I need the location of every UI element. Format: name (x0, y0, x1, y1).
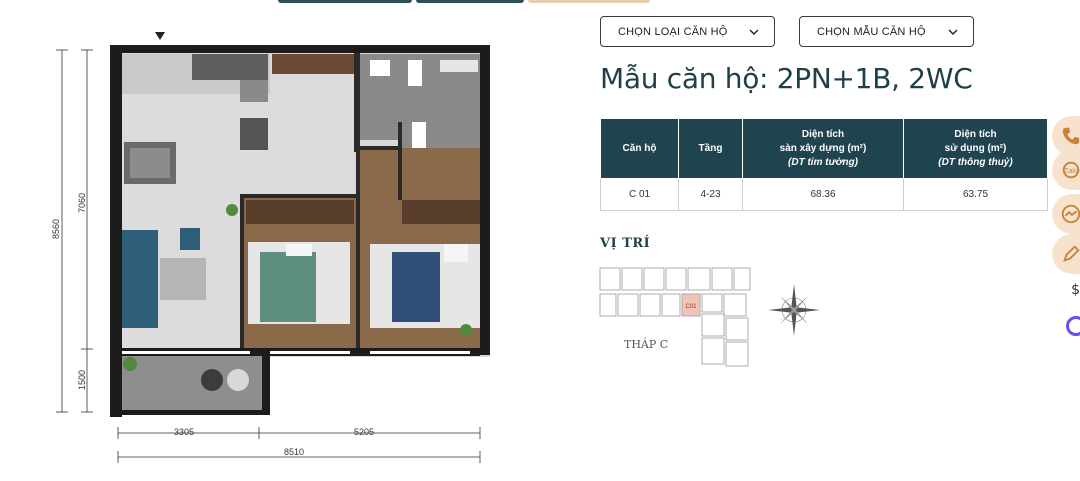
cell-unit: C 01 (600, 178, 679, 211)
tower-label: THÁP C (624, 338, 669, 351)
messenger-button[interactable] (1052, 194, 1080, 234)
top-tab-3[interactable] (528, 0, 650, 3)
dim-left-lower: 1500 (77, 369, 88, 391)
dim-bottom-right: 5205 (354, 427, 375, 437)
edit-icon (1063, 245, 1080, 262)
header-usable-area: Diện tích sử dụng (m²) (DT thông thuỷ) (903, 118, 1048, 179)
dim-bottom-left: 3305 (174, 427, 195, 437)
top-tab-2[interactable] (416, 0, 524, 3)
compass-icon (768, 284, 820, 336)
header-built-area-line2: sàn xây dựng (m²) (779, 142, 867, 154)
chat-icon: Zalo (1062, 161, 1080, 179)
apartment-type-dropdown[interactable]: CHỌN LOẠI CĂN HỘ (600, 16, 775, 47)
apartment-spec-table: Căn hộ Tầng Diện tích sàn xây dựng (m²) … (600, 118, 1048, 211)
support-icon[interactable] (1066, 316, 1080, 336)
apartment-model-dropdown[interactable]: CHỌN MẪU CĂN HỘ (799, 16, 974, 47)
header-usable-area-line3: (DT thông thuỷ) (938, 156, 1013, 168)
chevron-down-icon (948, 29, 958, 35)
dim-bottom-total: 8510 (284, 447, 305, 457)
header-usable-area-line1: Diện tích (954, 128, 997, 140)
cell-built-area: 68.36 (742, 178, 904, 211)
page: 8560 7060 1500 3305 5205 8510 CHỌN LOẠI … (0, 0, 1080, 481)
dim-left-total: 8560 (51, 218, 62, 240)
unit-c01-label: C01 (685, 304, 697, 310)
header-floor: Tầng (678, 118, 743, 179)
floor-plan: 8560 7060 1500 3305 5205 8510 (40, 30, 510, 470)
table-row: C 01 4-23 68.36 63.75 (600, 178, 1048, 211)
header-built-area-line1: Diện tích (801, 128, 845, 140)
header-usable-area-line2: sử dụng (m²) (944, 142, 1007, 154)
header-built-area-line3: (DT tim tường) (788, 156, 858, 168)
svg-text:Zalo: Zalo (1064, 166, 1078, 175)
header-unit: Căn hộ (600, 118, 679, 179)
cell-floor: 4-23 (678, 178, 743, 211)
floor-plan-drawing (56, 32, 490, 463)
apartment-model-label: CHỌN MẪU CĂN HỘ (817, 25, 926, 38)
apartment-type-label: CHỌN LOẠI CĂN HỘ (618, 25, 728, 38)
top-tab-1[interactable] (278, 0, 412, 3)
header-built-area: Diện tích sàn xây dựng (m²) (DT tim tườn… (742, 118, 904, 179)
table-header-row: Căn hộ Tầng Diện tích sàn xây dựng (m²) … (600, 118, 1048, 179)
phone-icon (1062, 127, 1080, 145)
chevron-down-icon (749, 29, 759, 35)
chat-button[interactable]: Zalo (1052, 150, 1080, 190)
messenger-icon (1061, 204, 1080, 224)
site-plan-map: C01 (599, 267, 820, 367)
cell-usable-area: 63.75 (903, 178, 1048, 211)
dim-left-upper: 7060 (77, 192, 88, 214)
apartment-model-title: Mẫu căn hộ: 2PN+1B, 2WC (600, 62, 973, 95)
location-title: VỊ TRÍ (600, 236, 651, 251)
edit-button[interactable] (1052, 234, 1080, 274)
dollar-icon[interactable]: $ (1071, 282, 1080, 298)
